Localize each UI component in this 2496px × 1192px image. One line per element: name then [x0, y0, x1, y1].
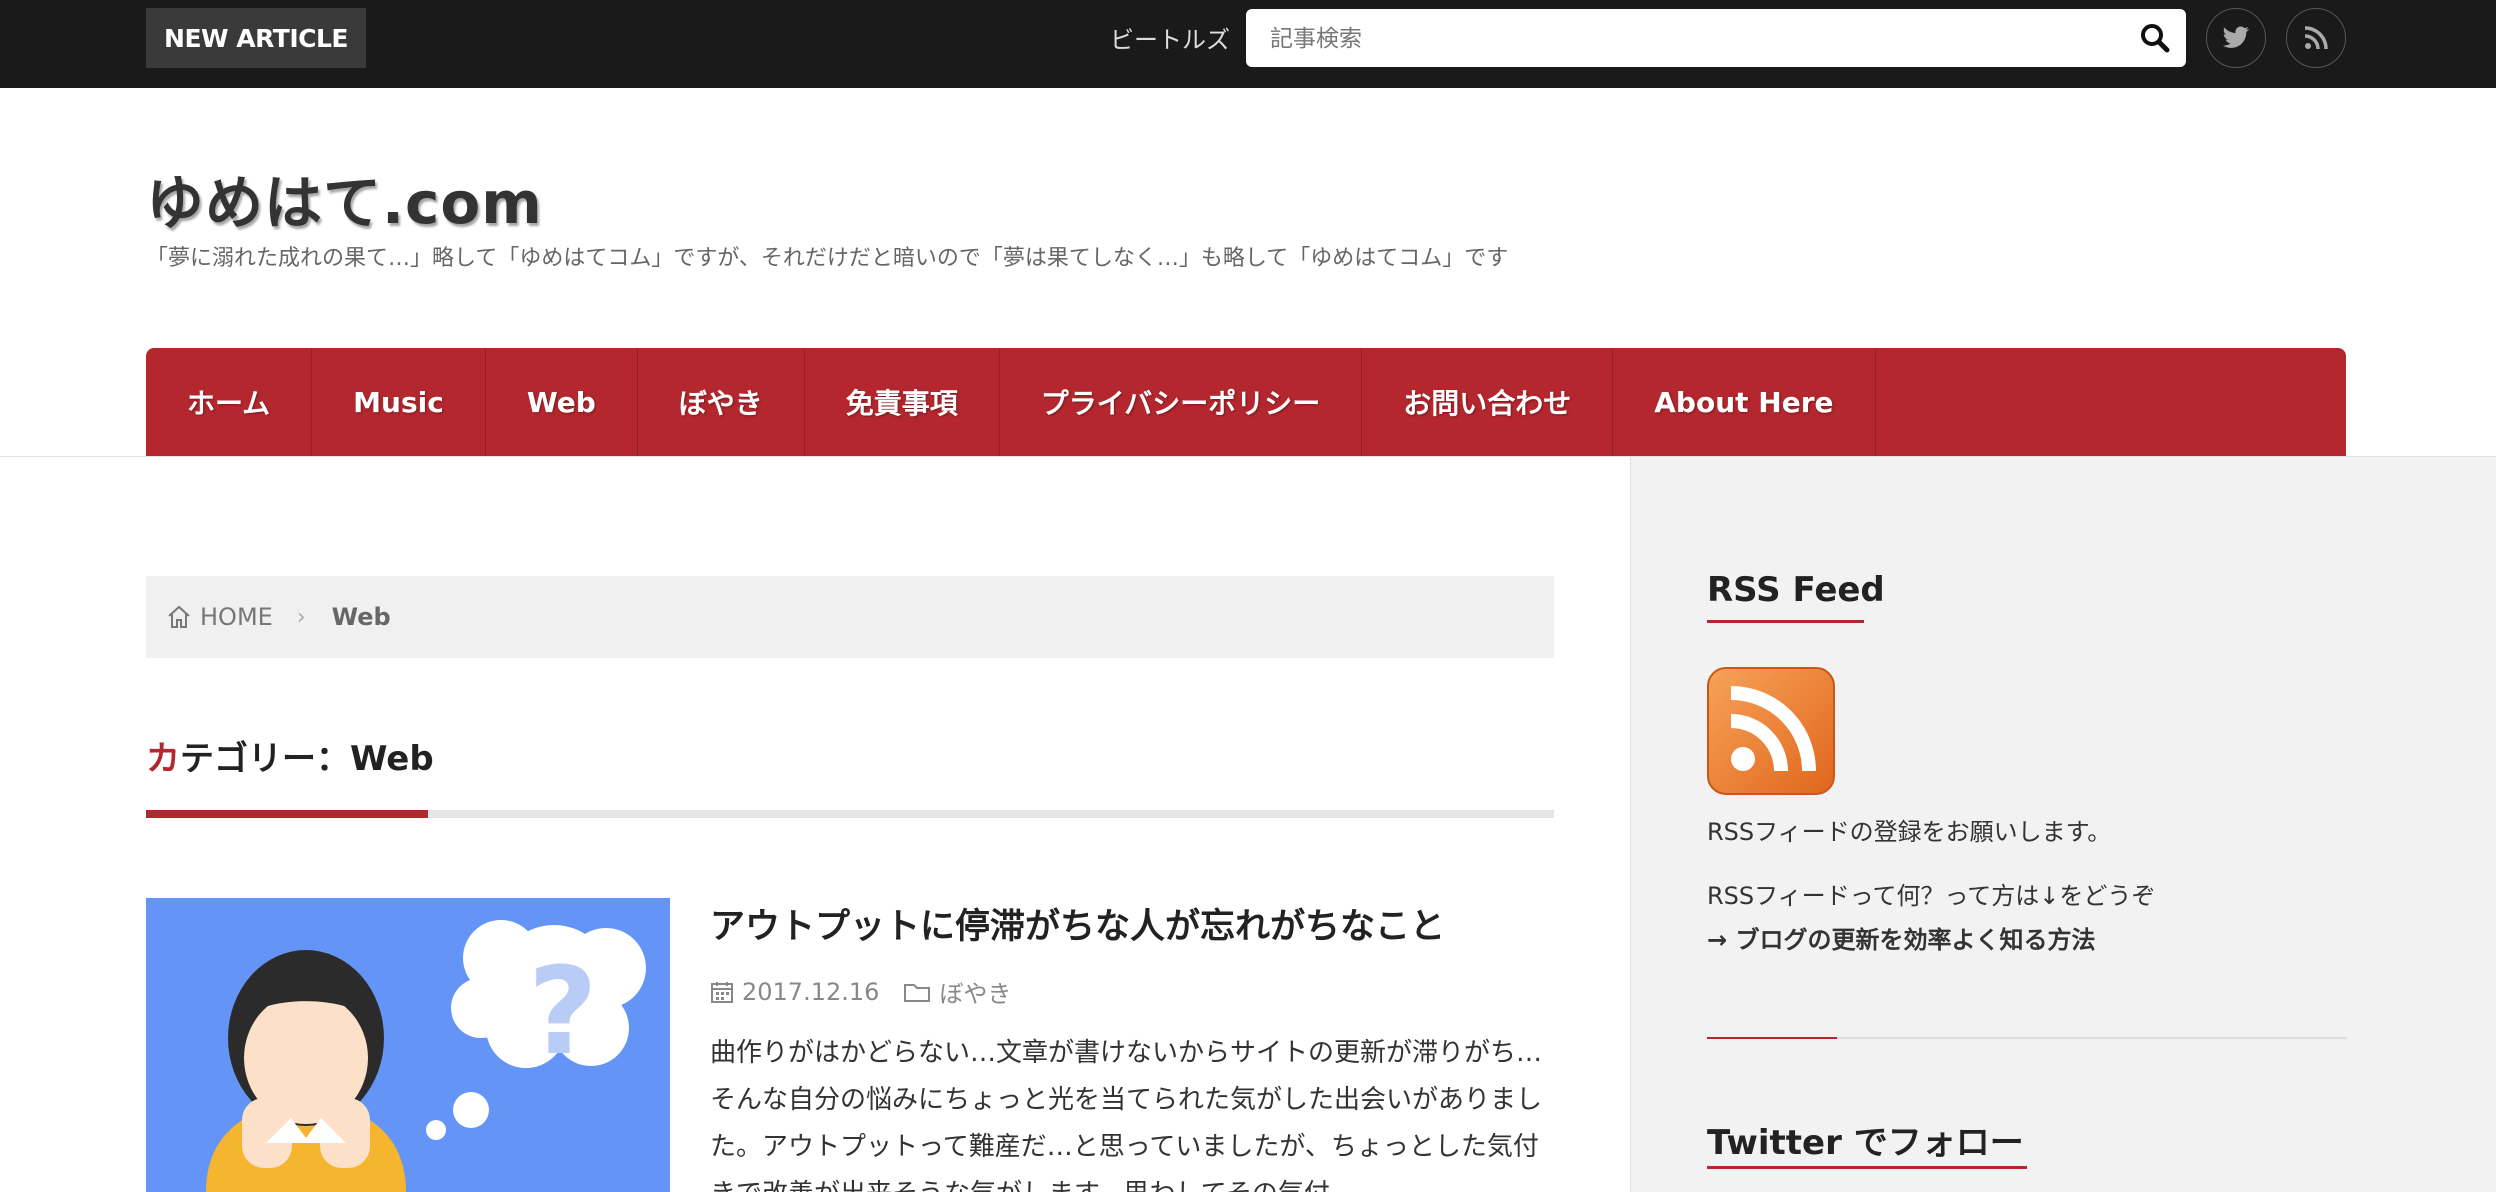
rss-widget-title: RSS Feed — [1707, 570, 1885, 610]
global-nav: ホーム Music Web ぼやき 免責事項 プライバシーポリシー お問い合わせ… — [146, 348, 2346, 456]
article-date: 2017.12.16 — [742, 977, 880, 1006]
breadcrumb-home-label: HOME — [200, 603, 273, 631]
article-excerpt: 曲作りがはかどらない…文章が書けないからサイトの更新が滞りがち…そんな自分の悩み… — [710, 1038, 1543, 1192]
svg-text:?: ? — [528, 943, 598, 1082]
calendar-icon — [711, 981, 733, 1003]
nav-item-about[interactable]: About Here — [1613, 348, 1876, 456]
article-category-link[interactable]: ぼやき — [939, 974, 1011, 1009]
search-icon — [2141, 24, 2170, 53]
rss-feed-icon[interactable] — [1707, 667, 1835, 795]
twitter-button[interactable] — [2206, 8, 2266, 68]
home-icon — [168, 605, 190, 628]
article-meta: 2017.12.16 ぼやき — [710, 974, 1011, 1009]
search-button[interactable] — [2138, 21, 2172, 55]
site-title[interactable]: ゆめはて.com — [146, 156, 543, 240]
nav-item-contact[interactable]: お問い合わせ — [1362, 348, 1614, 456]
article-title[interactable]: アウトプットに停滞がちな人が忘れがちなこと — [710, 898, 1550, 949]
breadcrumb-current: Web — [331, 603, 391, 631]
breadcrumb-home[interactable]: HOME — [166, 603, 273, 631]
rss-text-1: RSSフィードの登録をお願いします。 — [1707, 818, 2112, 846]
new-article-button[interactable]: NEW ARTICLE — [146, 8, 366, 68]
category-heading-rest: テゴリー：Web — [180, 739, 434, 779]
category-heading-bar-accent — [146, 810, 428, 818]
nav-item-home[interactable]: ホーム — [146, 348, 313, 456]
nav-item-web[interactable]: Web — [486, 348, 638, 456]
category-heading-first-char: カ — [146, 739, 180, 779]
rss-text-2: RSSフィードって何？って方は↓をどうぞ — [1707, 882, 2156, 910]
site-description: 「夢に溺れた成れの果て…」略して「ゆめはてコム」ですが、それだけだと暗いので「夢… — [146, 246, 1509, 271]
breadcrumb: HOME › Web — [146, 576, 1554, 658]
top-bar: NEW ARTICLE ビートルズ — [0, 0, 2496, 88]
nav-item-disclaimer[interactable]: 免責事項 — [805, 348, 1000, 456]
nav-item-music[interactable]: Music — [312, 348, 486, 456]
rss-howto-link[interactable]: → ブログの更新を効率よく知る方法 — [1707, 920, 2095, 955]
article-thumbnail[interactable]: ? — [146, 898, 670, 1192]
search-keyword-link[interactable]: ビートルズ — [1110, 20, 1230, 55]
nav-item-privacy-policy[interactable]: プライバシーポリシー — [1000, 348, 1363, 456]
search-box — [1246, 9, 2186, 69]
twitter-widget-title: Twitter でフォロー — [1707, 1123, 2024, 1163]
folder-icon — [904, 983, 931, 1002]
twitter-title-underline — [1707, 1166, 2027, 1169]
widget-separator-accent — [1707, 1037, 1837, 1039]
nav-item-boyaki[interactable]: ぼやき — [638, 348, 805, 456]
search-input[interactable] — [1268, 9, 2112, 69]
rss-icon — [2304, 26, 2328, 50]
rss-button[interactable] — [2286, 8, 2346, 68]
twitter-icon — [2222, 26, 2249, 48]
chevron-right-icon: › — [296, 604, 306, 630]
category-heading: カテゴリー：Web — [146, 731, 434, 780]
rss-title-underline — [1707, 620, 1864, 623]
